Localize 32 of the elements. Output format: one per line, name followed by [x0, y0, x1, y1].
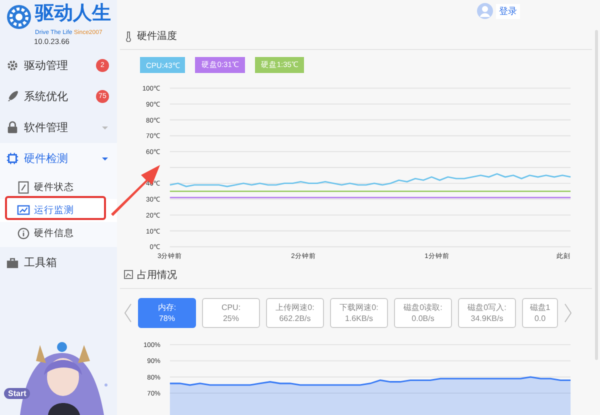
gauge-icon — [17, 181, 30, 194]
chevron-left-icon[interactable] — [124, 302, 132, 323]
metric-tab[interactable]: 磁盘0读取: 0.0B/s — [394, 298, 452, 328]
bag-icon — [6, 121, 19, 134]
login-link[interactable]: 登录 — [496, 4, 520, 19]
nav-subitem[interactable]: 硬件信息 — [0, 222, 117, 245]
chart-icon — [17, 204, 30, 217]
metric-tab[interactable]: 内存: 78% — [138, 298, 196, 328]
avatar-icon[interactable] — [477, 3, 493, 20]
nav-subitem[interactable]: 硬件状态 — [0, 176, 117, 199]
chevron-right-icon[interactable] — [564, 302, 572, 323]
metric-tab[interactable]: CPU: 25% — [202, 298, 260, 328]
section-title: 占用情况 — [137, 268, 177, 282]
thermometer-icon — [124, 30, 133, 42]
annotation-arrow — [111, 165, 160, 216]
section-title: 硬件温度 — [137, 30, 177, 44]
metric-tab[interactable]: 上传网速0: 662.2B/s — [266, 298, 324, 328]
gear-icon — [6, 59, 19, 72]
caret-icon[interactable] — [101, 156, 109, 162]
nav-item[interactable]: 软件管理 — [0, 112, 117, 143]
metric-tab[interactable]: 磁盘0写入: 34.9KB/s — [458, 298, 516, 328]
info-icon — [17, 227, 30, 240]
nav-item[interactable]: 硬件检测 — [0, 143, 117, 174]
start-button[interactable]: Start — [4, 388, 30, 399]
gear-logo-icon — [6, 4, 32, 30]
nav-item[interactable]: 工具箱 — [0, 247, 117, 278]
metric-tab[interactable]: 磁盘1 0.0 — [522, 298, 558, 328]
app-title: 驱动人生 — [35, 4, 112, 26]
chart-icon — [124, 269, 133, 280]
toolbox-icon — [6, 256, 19, 269]
metric-tab[interactable]: 下载网速0: 1.6KB/s — [330, 298, 388, 328]
chip-icon — [6, 152, 19, 165]
